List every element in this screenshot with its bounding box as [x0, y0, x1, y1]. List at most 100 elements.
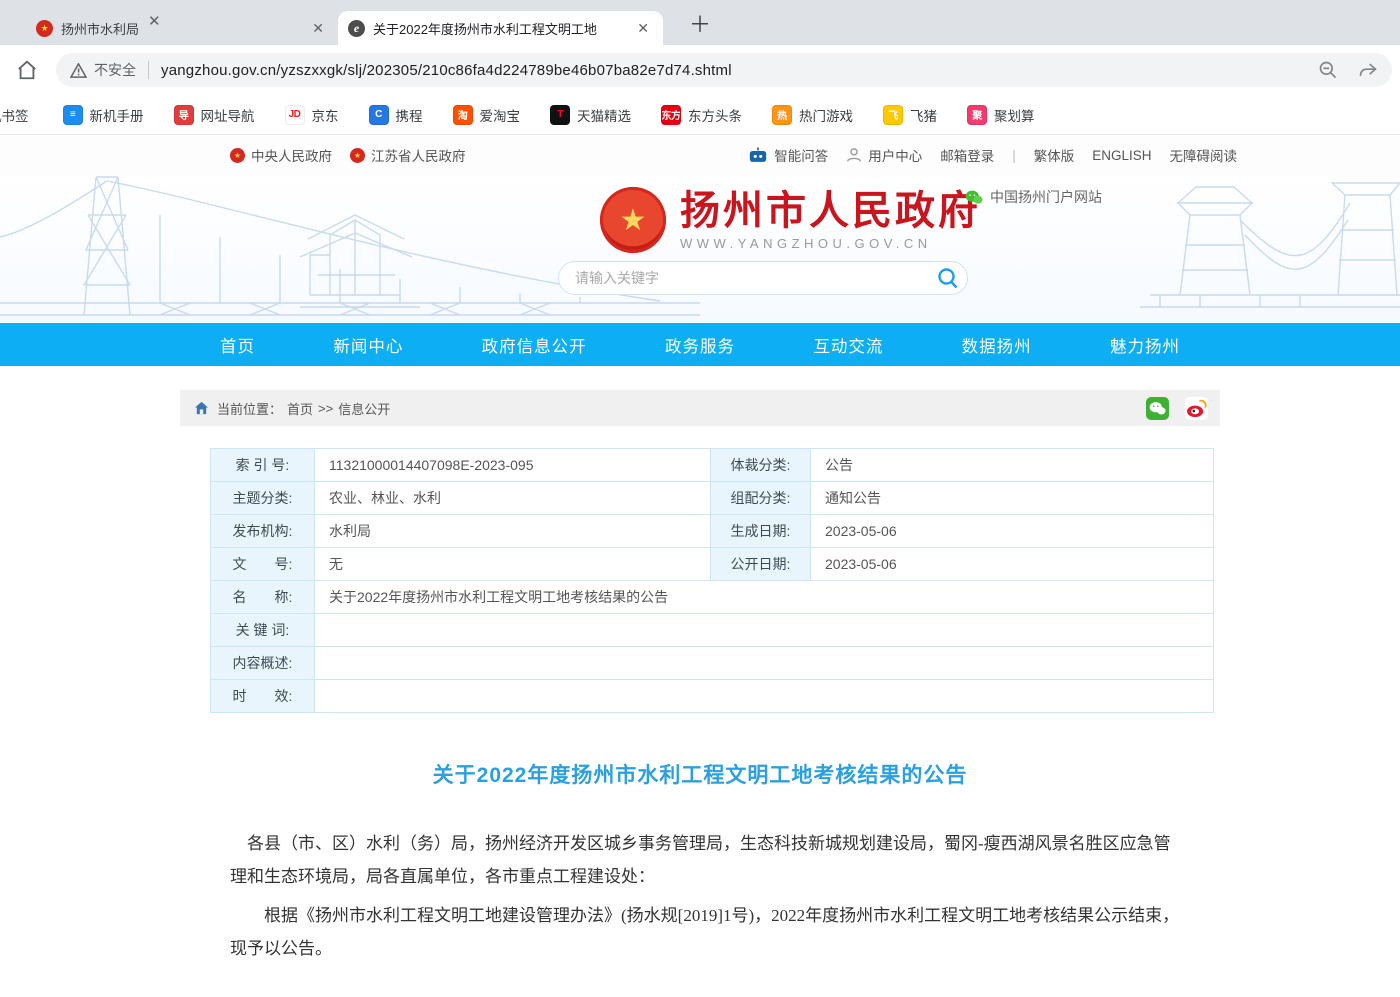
bookmark-item[interactable]: 机书签: [0, 105, 29, 125]
breadcrumb-section-link[interactable]: 信息公开: [338, 399, 390, 418]
site-logo[interactable]: ★ 扬州市人民政府 WWW.YANGZHOU.GOV.CN: [600, 187, 981, 253]
bookmark-label: 聚划算: [994, 105, 1035, 125]
new-tab-button[interactable]: ＋: [681, 7, 719, 39]
link-english[interactable]: ENGLISH: [1092, 148, 1151, 163]
divider: |: [1012, 148, 1016, 163]
search-input[interactable]: [575, 270, 935, 286]
bookmark-item[interactable]: 飞飞猪: [883, 105, 937, 125]
nav-site-icon: 导: [174, 105, 194, 125]
link-user-center[interactable]: 用户中心: [846, 145, 922, 165]
link-jiangsu-gov[interactable]: ★ 江苏省人民政府: [350, 145, 466, 165]
site-utility-bar: ★ 中央人民政府 ★ 江苏省人民政府 智能问答 用户中心 邮箱登录 | 繁体版 EN…: [0, 135, 1400, 175]
nav-services[interactable]: 政务服务: [665, 333, 735, 357]
meta-value: 11321000014407098E-2023-095: [315, 449, 711, 482]
bookmark-item[interactable]: 淘爱淘宝: [453, 105, 521, 125]
link-label: ENGLISH: [1092, 148, 1151, 163]
meta-label: 索 引 号:: [211, 449, 315, 482]
games-icon: 热: [772, 105, 792, 125]
table-row: 索 引 号: 11321000014407098E-2023-095 体裁分类:…: [211, 449, 1214, 482]
bookmark-item[interactable]: 导网址导航: [174, 105, 255, 125]
article-title: 关于2022年度扬州市水利工程文明工地考核结果的公告: [180, 759, 1220, 789]
nav-data[interactable]: 数据扬州: [962, 333, 1032, 357]
tab-announcement[interactable]: e 关于2022年度扬州市水利工程文明工地 ✕: [338, 11, 663, 45]
link-traditional[interactable]: 繁体版: [1034, 145, 1075, 165]
site-domain: WWW.YANGZHOU.GOV.CN: [680, 236, 981, 251]
share-icon[interactable]: [1358, 60, 1378, 80]
article-body: 各县（市、区）水利（务）局，扬州经济开发区城乡事务管理局，生态科技新城规划建设局…: [230, 827, 1182, 966]
article-date: 2023年5月6日: [180, 992, 1055, 997]
main-nav: 首页 新闻中心 政府信息公开 政务服务 互动交流 数据扬州 魅力扬州: [0, 323, 1400, 366]
link-smart-qa[interactable]: 智能问答: [748, 145, 828, 165]
close-tab-icon[interactable]: ✕: [308, 19, 328, 38]
site-favicon: e: [348, 20, 365, 37]
home-icon[interactable]: [16, 59, 42, 81]
breadcrumb: 当前位置： 首页 >> 信息公开: [180, 390, 1220, 426]
table-row: 内容概述:: [211, 647, 1214, 680]
nav-charm[interactable]: 魅力扬州: [1110, 333, 1180, 357]
meta-label: 组配分类:: [711, 482, 811, 515]
portal-tag[interactable]: 中国扬州门户网站: [965, 187, 1102, 207]
bookmark-item[interactable]: T 天猫精选: [550, 105, 631, 125]
link-label: 无障碍阅读: [1170, 145, 1238, 165]
gov-emblem-icon: ★: [230, 148, 245, 163]
link-accessibility[interactable]: 无障碍阅读: [1170, 145, 1238, 165]
omnibox-divider: [148, 61, 149, 79]
link-mail-login[interactable]: 邮箱登录: [940, 145, 994, 165]
bookmark-item[interactable]: JD京东: [285, 105, 339, 125]
tab-water-bureau[interactable]: ★ 扬州市水利局 ✕: [26, 11, 338, 45]
document-meta-table: 索 引 号: 11321000014407098E-2023-095 体裁分类:…: [210, 448, 1214, 713]
meta-value: 无: [315, 548, 711, 581]
fliggy-icon: 飞: [883, 105, 903, 125]
meta-label: 主题分类:: [211, 482, 315, 515]
bookmark-label: 京东: [312, 105, 339, 125]
bookmarks-bar: 机书签 ≡新机手册 导网址导航 JD京东 C携程 淘爱淘宝 T 天猫精选 东方东方…: [0, 95, 1400, 135]
not-secure-warning-icon[interactable]: [70, 63, 87, 78]
security-status-label[interactable]: 不安全: [94, 60, 136, 80]
url-text[interactable]: yangzhou.gov.cn/yzszxxgk/slj/202305/210c…: [161, 62, 1306, 79]
search-icon[interactable]: [935, 265, 961, 291]
article-paragraph: 各县（市、区）水利（务）局，扬州经济开发区城乡事务管理局，生态科技新城规划建设局…: [230, 827, 1182, 893]
site-search: [558, 261, 968, 295]
link-label: 江苏省人民政府: [371, 145, 466, 165]
nav-news[interactable]: 新闻中心: [333, 333, 403, 357]
meta-value: 通知公告: [811, 482, 1214, 515]
browser-window: ✕ ★ 扬州市水利局 ✕ e 关于2022年度扬州市水利工程文明工地 ✕ ＋ 不…: [0, 0, 1400, 997]
manual-icon: ≡: [63, 105, 83, 125]
table-row: 发布机构: 水利局 生成日期: 2023-05-06: [211, 515, 1214, 548]
link-central-gov[interactable]: ★ 中央人民政府: [230, 145, 332, 165]
bookmark-item[interactable]: C携程: [369, 105, 423, 125]
meta-value: [315, 647, 1214, 680]
zoom-out-icon[interactable]: [1318, 60, 1338, 80]
breadcrumb-home-link[interactable]: 首页: [287, 399, 313, 418]
bookmark-item[interactable]: 东方东方头条: [661, 105, 742, 125]
bookmark-item[interactable]: ≡新机手册: [63, 105, 144, 125]
wechat-share-icon[interactable]: [1146, 397, 1169, 420]
tmall-icon: T: [550, 105, 570, 125]
user-icon: [846, 147, 862, 163]
close-tab-icon[interactable]: ✕: [633, 19, 653, 38]
url-field[interactable]: 不安全 yangzhou.gov.cn/yzszxxgk/slj/202305/…: [56, 53, 1392, 87]
table-row: 文 号: 无 公开日期: 2023-05-06: [211, 548, 1214, 581]
site-name: 扬州市人民政府: [680, 190, 981, 232]
close-tab-icon[interactable]: ✕: [148, 12, 161, 30]
nav-home[interactable]: 首页: [220, 333, 255, 357]
gov-emblem-icon: ★: [350, 148, 365, 163]
bookmark-item[interactable]: 聚聚划算: [967, 105, 1035, 125]
table-row: 时 效:: [211, 680, 1214, 713]
toutiao-icon: 东方: [661, 105, 681, 125]
nav-interaction[interactable]: 互动交流: [813, 333, 883, 357]
meta-value: 2023-05-06: [811, 515, 1214, 548]
link-label: 智能问答: [774, 145, 828, 165]
weibo-share-icon[interactable]: [1185, 397, 1208, 420]
nav-info-disclosure[interactable]: 政府信息公开: [482, 333, 587, 357]
meta-value: [315, 680, 1214, 713]
portal-label: 中国扬州门户网站: [990, 187, 1102, 207]
bookmark-label: 天猫精选: [577, 105, 631, 125]
meta-value: [315, 614, 1214, 647]
meta-label: 公开日期:: [711, 548, 811, 581]
meta-label: 时 效:: [211, 680, 315, 713]
bookmark-item[interactable]: 热热门游戏: [772, 105, 853, 125]
meta-value: 关于2022年度扬州市水利工程文明工地考核结果的公告: [315, 581, 1214, 614]
link-label: 中央人民政府: [251, 145, 332, 165]
meta-label: 发布机构:: [211, 515, 315, 548]
